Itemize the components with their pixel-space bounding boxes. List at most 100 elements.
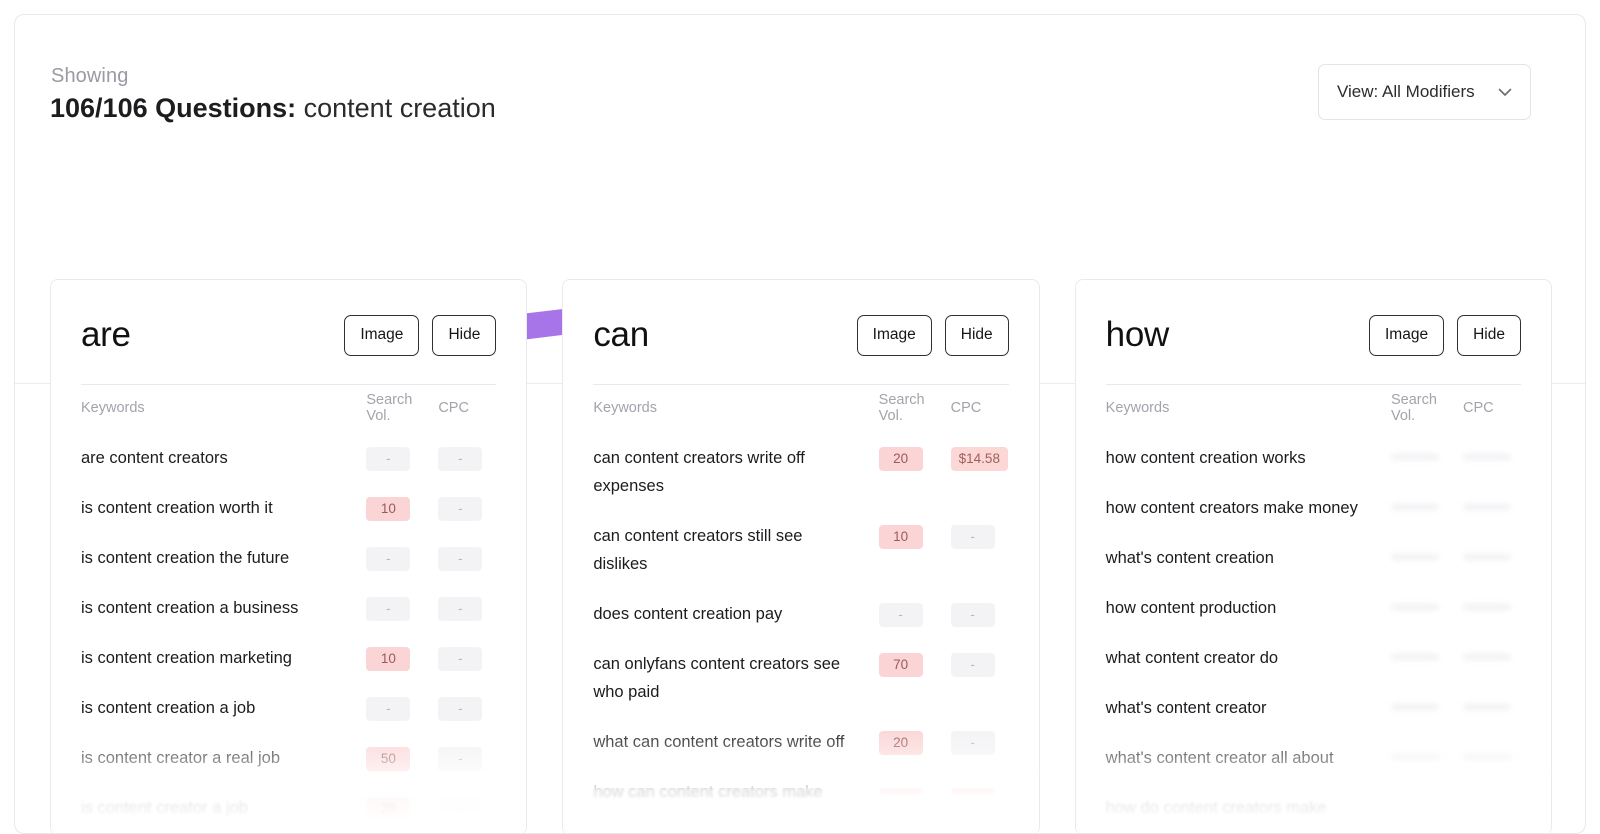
table-row[interactable]: what's content creator xyxy=(1106,683,1521,733)
keyword-text: how do content creators make xyxy=(1106,794,1391,822)
search-vol-cell: - xyxy=(366,444,438,471)
search-vol-cell: 10 xyxy=(879,522,951,549)
image-button[interactable]: Image xyxy=(857,315,932,356)
image-button[interactable]: Image xyxy=(344,315,419,356)
search-vol-badge: 10 xyxy=(366,647,410,671)
keyword-card: are Image Hide Keywords Search Vol. CPC … xyxy=(50,279,527,834)
table-row[interactable]: is content creation a job-- xyxy=(81,683,496,733)
table-row[interactable]: what can content creators write off20- xyxy=(593,717,1008,767)
table-row[interactable]: how content production xyxy=(1106,583,1521,633)
table-row[interactable]: can onlyfans content creators see who pa… xyxy=(593,639,1008,717)
column-header-search-vol: Search Vol. xyxy=(1391,392,1463,424)
table-row[interactable]: is content creation the future-- xyxy=(81,533,496,583)
table-row[interactable]: are content creators-- xyxy=(81,433,496,483)
keyword-text: does content creation pay xyxy=(593,600,878,628)
cpc-cell: - xyxy=(438,594,496,621)
cpc-cell xyxy=(1463,444,1521,465)
cpc-badge xyxy=(1463,504,1511,510)
search-vol-badge: - xyxy=(366,697,410,721)
cpc-cell: - xyxy=(438,444,496,471)
cpc-cell xyxy=(1463,644,1521,665)
search-vol-cell: 10 xyxy=(366,494,438,521)
cpc-badge: - xyxy=(951,653,995,677)
search-vol-badge: 70 xyxy=(879,653,923,677)
search-vol-cell: - xyxy=(366,594,438,621)
card-title: how xyxy=(1106,315,1356,355)
table-row[interactable]: can content creators write off expenses2… xyxy=(593,433,1008,511)
keyword-text: how content creation works xyxy=(1106,444,1391,472)
column-header-cpc: CPC xyxy=(951,400,1009,416)
cpc-badge: - xyxy=(438,797,482,821)
query-term: content creation xyxy=(296,93,496,123)
column-headers: Keywords Search Vol. CPC xyxy=(593,389,1008,427)
cpc-badge xyxy=(1463,754,1511,760)
cpc-badge xyxy=(1463,654,1511,660)
cpc-cell: - xyxy=(438,544,496,571)
table-row[interactable]: is content creation marketing10- xyxy=(81,633,496,683)
card-divider xyxy=(1106,384,1521,385)
keyword-text: what's content creator all about xyxy=(1106,744,1391,772)
search-vol-badge xyxy=(1391,754,1439,760)
keyword-text: how content creators make money xyxy=(1106,494,1391,522)
cpc-badge: - xyxy=(438,747,482,771)
cpc-cell: - xyxy=(438,744,496,771)
search-vol-badge xyxy=(1391,704,1439,710)
search-vol-badge: 50 xyxy=(366,747,410,771)
keyword-text: what can content creators write off xyxy=(593,728,878,756)
cpc-cell: - xyxy=(951,522,1009,549)
search-vol-badge: - xyxy=(366,547,410,571)
view-modifiers-dropdown[interactable]: View: All Modifiers xyxy=(1318,64,1531,120)
keyword-text: is content creator a job xyxy=(81,794,366,822)
cpc-cell xyxy=(1463,744,1521,765)
cpc-badge xyxy=(1463,554,1511,560)
keyword-text: are content creators xyxy=(81,444,366,472)
search-vol-badge xyxy=(1391,454,1439,460)
table-row[interactable]: how content creators make money xyxy=(1106,483,1521,533)
cpc-cell: - xyxy=(438,794,496,821)
keyword-rows: can content creators write off expenses2… xyxy=(593,433,1008,817)
table-row[interactable]: what's content creator all about xyxy=(1106,733,1521,783)
image-button[interactable]: Image xyxy=(1369,315,1444,356)
panel-header: Showing 106/106 Questions: content creat… xyxy=(15,15,1585,151)
search-vol-cell xyxy=(1391,694,1463,715)
questions-panel: Showing 106/106 Questions: content creat… xyxy=(14,14,1586,834)
search-vol-cell: 20 xyxy=(366,794,438,821)
cpc-badge: - xyxy=(951,525,995,549)
keyword-text: is content creation the future xyxy=(81,544,366,572)
search-vol-badge: 20 xyxy=(366,797,410,821)
cpc-badge: - xyxy=(438,547,482,571)
search-vol-badge: - xyxy=(879,603,923,627)
cpc-cell: - xyxy=(438,694,496,721)
column-headers: Keywords Search Vol. CPC xyxy=(1106,389,1521,427)
table-row[interactable]: can content creators still see dislikes1… xyxy=(593,511,1008,589)
hide-button[interactable]: Hide xyxy=(1457,315,1521,356)
search-vol-cell xyxy=(879,778,951,799)
keyword-text: can onlyfans content creators see who pa… xyxy=(593,650,878,706)
table-row[interactable]: how can content creators make xyxy=(593,767,1008,817)
cpc-badge: - xyxy=(438,597,482,621)
column-header-cpc: CPC xyxy=(1463,400,1521,416)
table-row[interactable]: what content creator do xyxy=(1106,633,1521,683)
hide-button[interactable]: Hide xyxy=(945,315,1009,356)
chevron-down-icon xyxy=(1496,83,1514,101)
keyword-card: can Image Hide Keywords Search Vol. CPC … xyxy=(562,279,1039,834)
view-modifiers-label: View: All Modifiers xyxy=(1337,82,1496,102)
search-vol-badge xyxy=(1391,504,1439,510)
keyword-text: how can content creators make xyxy=(593,778,878,806)
cpc-cell xyxy=(1463,594,1521,615)
table-row[interactable]: is content creation worth it10- xyxy=(81,483,496,533)
column-header-search-vol: Search Vol. xyxy=(879,392,951,424)
table-row[interactable]: is content creator a real job50- xyxy=(81,733,496,783)
table-row[interactable]: is content creation a business-- xyxy=(81,583,496,633)
cpc-badge: - xyxy=(438,647,482,671)
search-vol-cell xyxy=(1391,794,1463,815)
search-vol-cell: 50 xyxy=(366,744,438,771)
table-row[interactable]: what's content creation xyxy=(1106,533,1521,583)
table-row[interactable]: does content creation pay-- xyxy=(593,589,1008,639)
table-row[interactable]: how content creation works xyxy=(1106,433,1521,483)
hide-button[interactable]: Hide xyxy=(432,315,496,356)
cpc-cell: $14.58 xyxy=(951,444,1009,471)
cpc-cell xyxy=(1463,694,1521,715)
cpc-badge: - xyxy=(438,697,482,721)
card-divider xyxy=(593,384,1008,385)
